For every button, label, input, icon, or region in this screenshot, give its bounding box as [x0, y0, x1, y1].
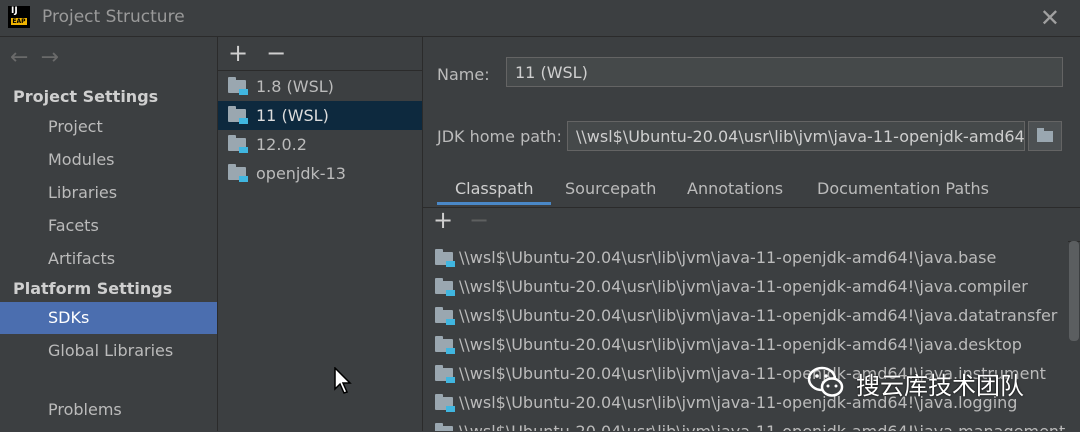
- classpath-scrollbar[interactable]: [1069, 241, 1079, 341]
- path-text: \\wsl$\Ubuntu-20.04\usr\lib\jvm\java-11-…: [459, 335, 1022, 354]
- jdk-folder-icon: [228, 106, 248, 124]
- nav-item-project[interactable]: Project: [0, 111, 217, 143]
- sdk-item[interactable]: 12.0.2: [218, 130, 422, 159]
- list-item[interactable]: \\wsl$\Ubuntu-20.04\usr\lib\jvm\java-11-…: [423, 272, 1068, 301]
- folder-open-icon: [1037, 128, 1053, 142]
- nav-item-sdks[interactable]: SDKs: [0, 302, 217, 334]
- jdk-home-label: JDK home path:: [437, 127, 562, 146]
- nav-item-global-libraries[interactable]: Global Libraries: [0, 335, 217, 367]
- module-folder-icon: [435, 423, 453, 431]
- section-project-settings: Project Settings: [13, 87, 159, 106]
- module-folder-icon: [435, 278, 455, 296]
- settings-nav: ← → Project Settings Project Modules Libr…: [0, 37, 218, 431]
- section-platform-settings: Platform Settings: [13, 279, 173, 298]
- path-text: \\wsl$\Ubuntu-20.04\usr\lib\jvm\java-11-…: [459, 417, 1065, 431]
- close-icon[interactable]: ✕: [1040, 4, 1060, 32]
- window-title: Project Structure: [42, 7, 185, 27]
- logo-badge: EAP: [11, 18, 27, 25]
- sdk-item-label: 11 (WSL): [256, 106, 329, 125]
- list-item[interactable]: \\wsl$\Ubuntu-20.04\usr\lib\jvm\java-11-…: [423, 417, 1068, 431]
- module-folder-icon: [435, 365, 455, 383]
- back-arrow-icon[interactable]: ←: [10, 45, 28, 70]
- logo-letters: IJ: [11, 6, 18, 16]
- nav-item-libraries[interactable]: Libraries: [0, 177, 217, 209]
- path-text: \\wsl$\Ubuntu-20.04\usr\lib\jvm\java-11-…: [459, 306, 1058, 325]
- sdk-item-label: 1.8 (WSL): [256, 77, 334, 96]
- jdk-folder-icon: [228, 164, 248, 182]
- module-folder-icon: [435, 307, 455, 325]
- tab-classpath[interactable]: Classpath: [437, 173, 552, 205]
- remove-sdk-button[interactable]: −: [266, 39, 286, 67]
- forward-arrow-icon[interactable]: →: [40, 45, 58, 70]
- list-item[interactable]: \\wsl$\Ubuntu-20.04\usr\lib\jvm\java-11-…: [423, 330, 1068, 359]
- path-text: \\wsl$\Ubuntu-20.04\usr\lib\jvm\java-11-…: [459, 277, 1028, 296]
- jdk-home-field[interactable]: \\wsl$\Ubuntu-20.04\usr\lib\jvm\java-11-…: [567, 121, 1025, 151]
- wechat-icon: [807, 366, 844, 397]
- module-folder-icon: [435, 249, 455, 267]
- sdk-toolbar: + −: [228, 39, 304, 67]
- intellij-logo-icon: IJ EAP: [8, 6, 30, 28]
- tab-documentation-paths[interactable]: Documentation Paths: [817, 173, 989, 205]
- browse-folder-button[interactable]: [1028, 121, 1062, 151]
- watermark-text: 搜云库技术团队: [856, 372, 1024, 400]
- sdk-panel: + − 1.8 (WSL) 11 (WSL) 12.0.2 openjdk-13: [218, 37, 423, 431]
- tab-annotations[interactable]: Annotations: [687, 173, 783, 205]
- sdk-item-label: openjdk-13: [256, 164, 346, 183]
- tab-sourcepath[interactable]: Sourcepath: [565, 173, 656, 205]
- add-path-button[interactable]: +: [433, 206, 453, 234]
- jdk-folder-icon: [228, 135, 248, 153]
- module-folder-icon: [435, 336, 455, 354]
- list-item[interactable]: \\wsl$\Ubuntu-20.04\usr\lib\jvm\java-11-…: [423, 243, 1068, 272]
- nav-item-modules[interactable]: Modules: [0, 144, 217, 176]
- path-text: \\wsl$\Ubuntu-20.04\usr\lib\jvm\java-11-…: [459, 248, 997, 267]
- remove-path-button[interactable]: −: [469, 206, 489, 234]
- name-field[interactable]: 11 (WSL): [506, 57, 1063, 87]
- module-folder-icon: [435, 394, 455, 412]
- sdk-item[interactable]: openjdk-13: [218, 159, 422, 188]
- add-sdk-button[interactable]: +: [228, 39, 248, 67]
- nav-item-problems[interactable]: Problems: [0, 394, 217, 426]
- name-label: Name:: [437, 65, 490, 84]
- title-bar: IJ EAP Project Structure ✕: [0, 0, 1080, 37]
- classpath-list: \\wsl$\Ubuntu-20.04\usr\lib\jvm\java-11-…: [423, 241, 1068, 431]
- list-item[interactable]: \\wsl$\Ubuntu-20.04\usr\lib\jvm\java-11-…: [423, 301, 1068, 330]
- history-arrows: ← →: [10, 45, 71, 70]
- sdk-item-selected[interactable]: 11 (WSL): [218, 101, 422, 130]
- sdk-item[interactable]: 1.8 (WSL): [218, 72, 422, 101]
- jdk-folder-icon: [228, 77, 248, 95]
- nav-item-artifacts[interactable]: Artifacts: [0, 243, 217, 275]
- sdk-list: 1.8 (WSL) 11 (WSL) 12.0.2 openjdk-13: [218, 70, 422, 432]
- classpath-toolbar: + −: [423, 206, 1080, 242]
- sdk-item-label: 12.0.2: [256, 135, 307, 154]
- nav-item-facets[interactable]: Facets: [0, 210, 217, 242]
